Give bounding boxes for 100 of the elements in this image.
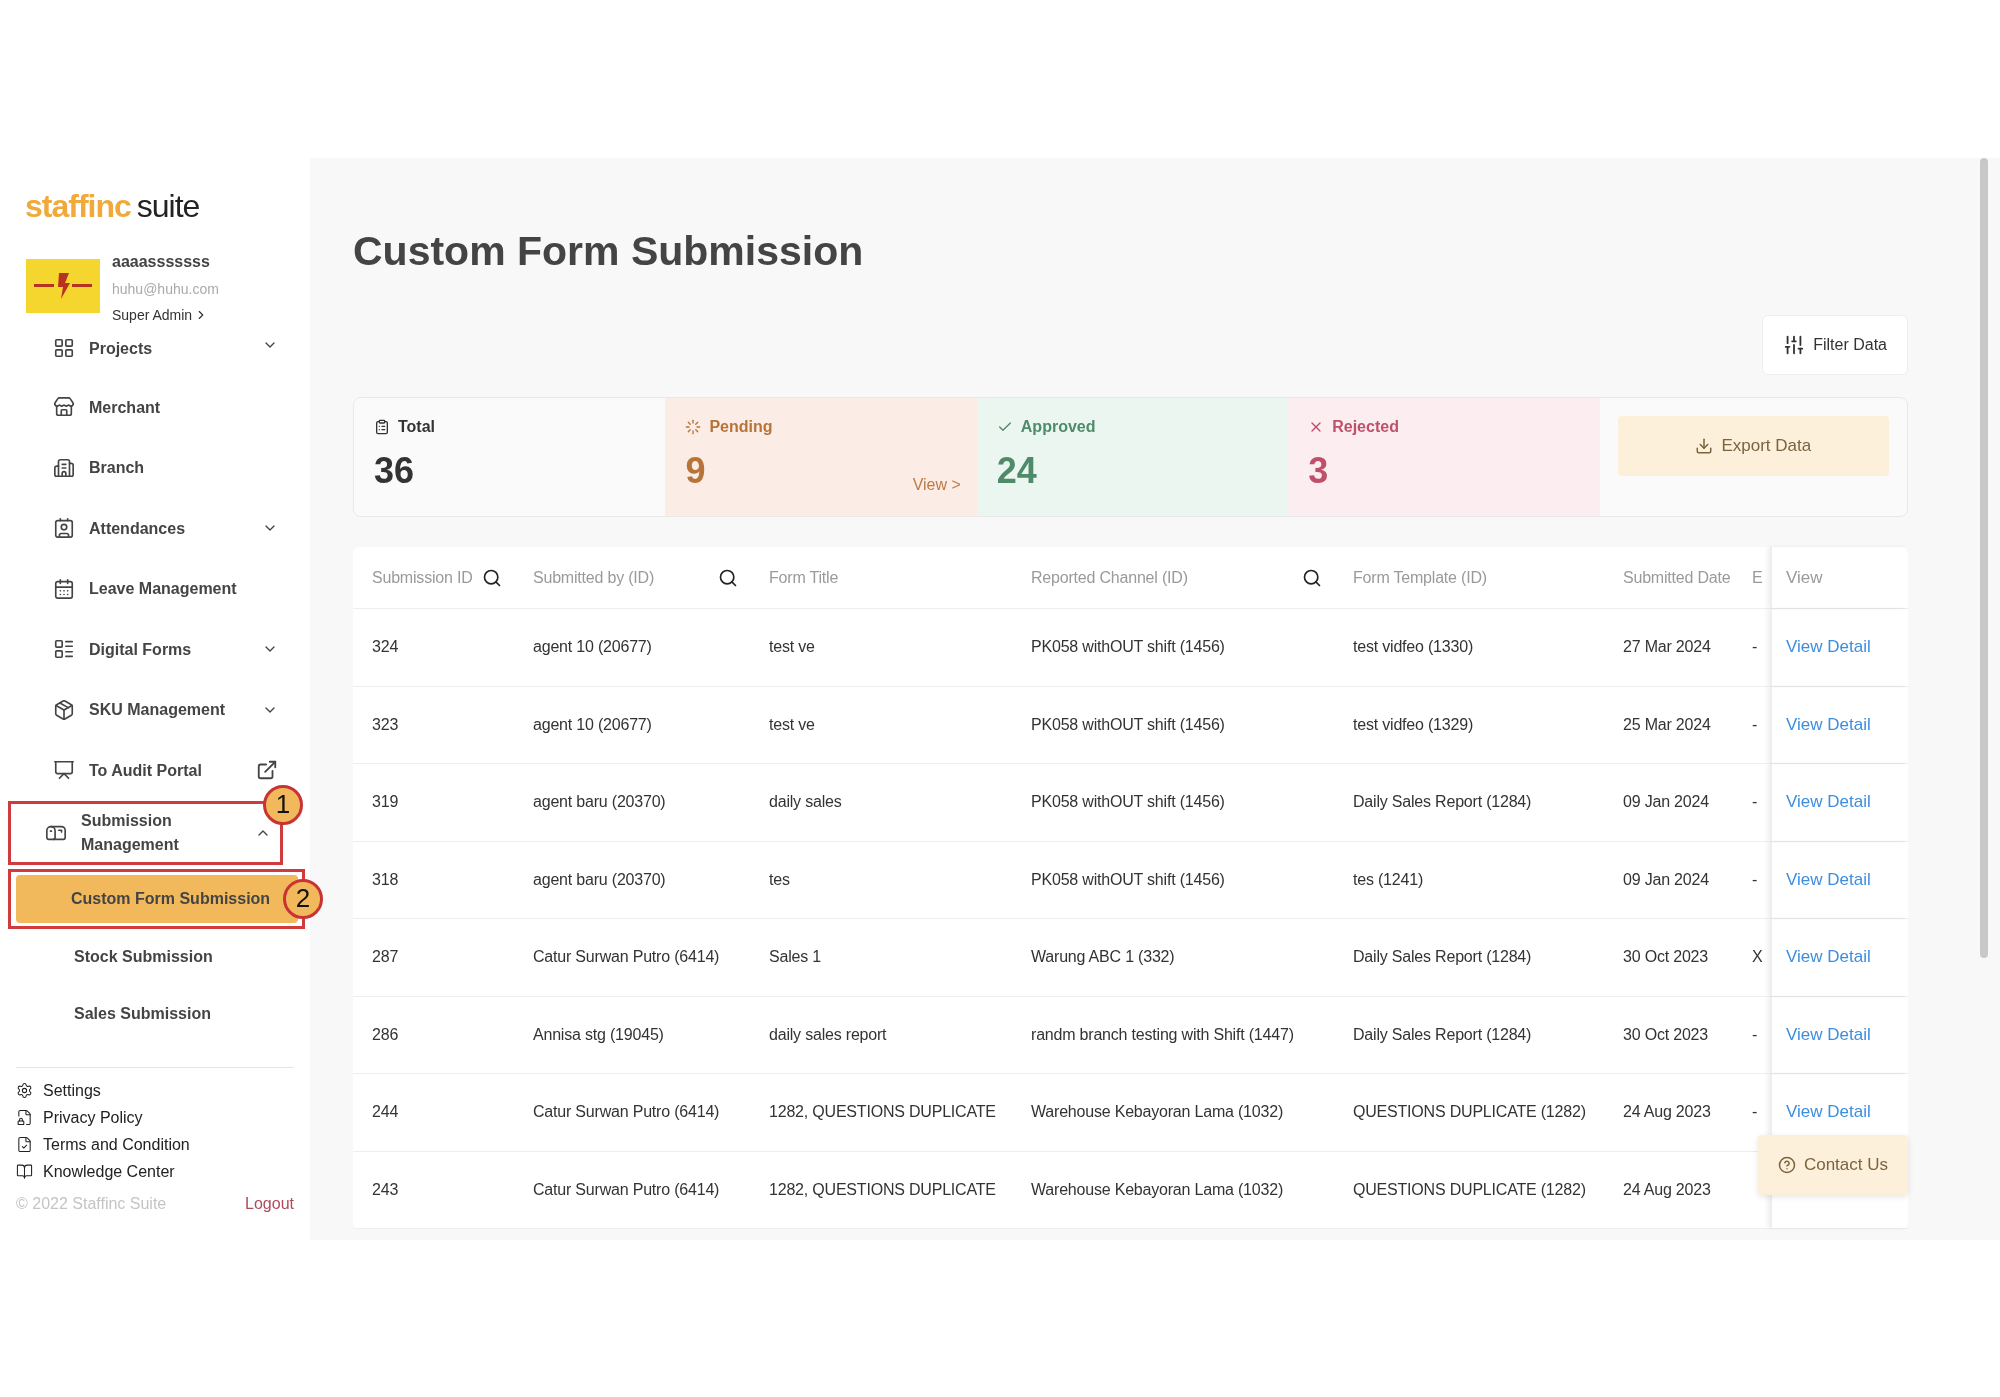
table-cell: 324 [372, 638, 399, 657]
table-cell: - [1752, 793, 1758, 812]
grid-icon [53, 337, 75, 359]
table-cell: agent 10 (20677) [533, 638, 652, 657]
table-cell: 24 Aug 2023 [1623, 1103, 1711, 1122]
column-header: Submitted Date [1623, 568, 1731, 587]
table-cell: daily sales report [769, 1025, 887, 1044]
role-link[interactable]: Super Admin [112, 307, 219, 323]
table-cell: 244 [372, 1103, 399, 1122]
search-icon[interactable] [718, 567, 738, 588]
sidebar-item[interactable]: Projects [8, 337, 302, 377]
table-cell: 30 Oct 2023 [1623, 948, 1708, 967]
sidebar-subitem[interactable]: Sales Submission [0, 985, 310, 1043]
table-cell: X [1752, 948, 1763, 967]
store-icon [53, 396, 75, 419]
stat-value: 9 [685, 450, 706, 492]
search-icon[interactable] [482, 567, 502, 588]
sidebar-item[interactable]: Merchant [8, 377, 302, 438]
table-cell: 24 Aug 2023 [1623, 1180, 1711, 1199]
profile-name: aaaasssssss [112, 253, 211, 271]
building-icon [53, 456, 75, 479]
table-cell: QUESTIONS DUPLICATE (1282) [1353, 1103, 1586, 1122]
table-cell: daily sales [769, 793, 842, 812]
table-cell: Catur Surwan Putro (6414) [533, 1180, 720, 1199]
table-cell: PK058 withOUT shift (1456) [1031, 793, 1225, 812]
table-cell: - [1752, 638, 1758, 657]
logout-link[interactable]: Logout [245, 1194, 294, 1213]
search-icon[interactable] [1302, 567, 1322, 588]
table-cell: agent baru (20370) [533, 870, 666, 889]
column-header: Submission ID [372, 568, 473, 587]
table-cell: 27 Mar 2024 [1623, 638, 1711, 657]
sidebar-subitem[interactable]: Custom Form Submission [16, 874, 298, 923]
export-button[interactable]: Export Data [1617, 416, 1890, 476]
package-icon [53, 698, 75, 721]
clipboard-icon [374, 419, 390, 435]
footer-link[interactable]: Knowledge Center [16, 1162, 310, 1181]
table-cell: 30 Oct 2023 [1623, 1025, 1708, 1044]
table-cell: randm branch testing with Shift (1447) [1031, 1025, 1294, 1044]
table-cell: Daily Sales Report (1284) [1353, 1025, 1532, 1044]
step-badge: 1 [263, 784, 303, 825]
table-cell: Warehouse Kebayoran Lama (1032) [1031, 1180, 1284, 1199]
document-lock-icon [16, 1109, 33, 1126]
table-cell: tes [769, 870, 790, 889]
column-header: View [1770, 547, 1908, 608]
footer-link[interactable]: Settings [16, 1081, 310, 1100]
settings-icon [16, 1082, 33, 1099]
table-cell: - [1752, 1025, 1758, 1044]
table-cell: 243 [372, 1180, 399, 1199]
view-detail-link[interactable]: View Detail [1786, 869, 1871, 890]
view-detail-link[interactable]: View Detail [1786, 947, 1871, 968]
stat-label: Rejected [1332, 418, 1399, 436]
view-detail-link[interactable]: View Detail [1786, 637, 1871, 658]
table-cell: Daily Sales Report (1284) [1353, 948, 1532, 967]
table-cell: Warehouse Kebayoran Lama (1032) [1031, 1103, 1284, 1122]
app-logo: staffinc suite [24, 188, 201, 225]
sidebar-subitem[interactable]: Stock Submission [0, 928, 310, 986]
sidebar-item[interactable]: Attendances [8, 498, 302, 559]
column-header: E [1752, 568, 1763, 587]
sidebar-item[interactable]: Branch [8, 437, 302, 498]
sidebar-item[interactable]: SKU Management [8, 679, 302, 740]
table-cell: 1282, QUESTIONS DUPLICATE [769, 1103, 996, 1122]
footer-link[interactable]: Terms and Condition [16, 1135, 310, 1154]
footer-link[interactable]: Privacy Policy [16, 1108, 310, 1127]
table-cell: - [1752, 715, 1758, 734]
page-title: Custom Form Submission [353, 228, 865, 275]
view-detail-link[interactable]: View Detail [1786, 1024, 1871, 1045]
table-cell: QUESTIONS DUPLICATE (1282) [1353, 1180, 1586, 1199]
help-icon [1777, 1156, 1796, 1174]
table-cell: 25 Mar 2024 [1623, 715, 1711, 734]
copyright-text: © 2022 Staffinc Suite [16, 1194, 167, 1213]
filter-button[interactable]: Filter Data [1762, 315, 1908, 375]
view-detail-link[interactable]: View Detail [1786, 1102, 1871, 1123]
table-cell: Daily Sales Report (1284) [1353, 793, 1532, 812]
scrollbar[interactable] [1980, 158, 1988, 958]
sidebar-item[interactable]: Digital Forms [8, 619, 302, 680]
contact-button[interactable]: Contact Us [1757, 1135, 1908, 1195]
table-cell: 286 [372, 1025, 399, 1044]
column-header: Form Title [769, 568, 839, 587]
column-header: Reported Channel (ID) [1031, 568, 1188, 587]
download-icon [1695, 437, 1714, 455]
table-cell: Catur Surwan Putro (6414) [533, 948, 720, 967]
calendar-icon [53, 577, 75, 600]
table-cell: test ve [769, 638, 815, 657]
table-cell: agent baru (20370) [533, 793, 666, 812]
stat-label: Pending [709, 418, 773, 436]
profile-email: huhu@huhu.com [112, 281, 219, 297]
company-logo-icon [26, 259, 100, 313]
table-cell: agent 10 (20677) [533, 715, 652, 734]
table-cell: 318 [372, 870, 399, 889]
stat-value: 3 [1308, 450, 1329, 492]
table-cell: test vidfeo (1330) [1353, 638, 1474, 657]
table-cell: test ve [769, 715, 815, 734]
external-link-icon [256, 759, 278, 782]
view-detail-link[interactable]: View Detail [1786, 714, 1871, 735]
table-cell: test vidfeo (1329) [1353, 715, 1474, 734]
table-cell: tes (1241) [1353, 870, 1424, 889]
sidebar-item[interactable]: Leave Management [8, 558, 302, 619]
table-cell: Annisa stg (19045) [533, 1025, 664, 1044]
table-cell: 287 [372, 948, 399, 967]
view-detail-link[interactable]: View Detail [1786, 792, 1871, 813]
